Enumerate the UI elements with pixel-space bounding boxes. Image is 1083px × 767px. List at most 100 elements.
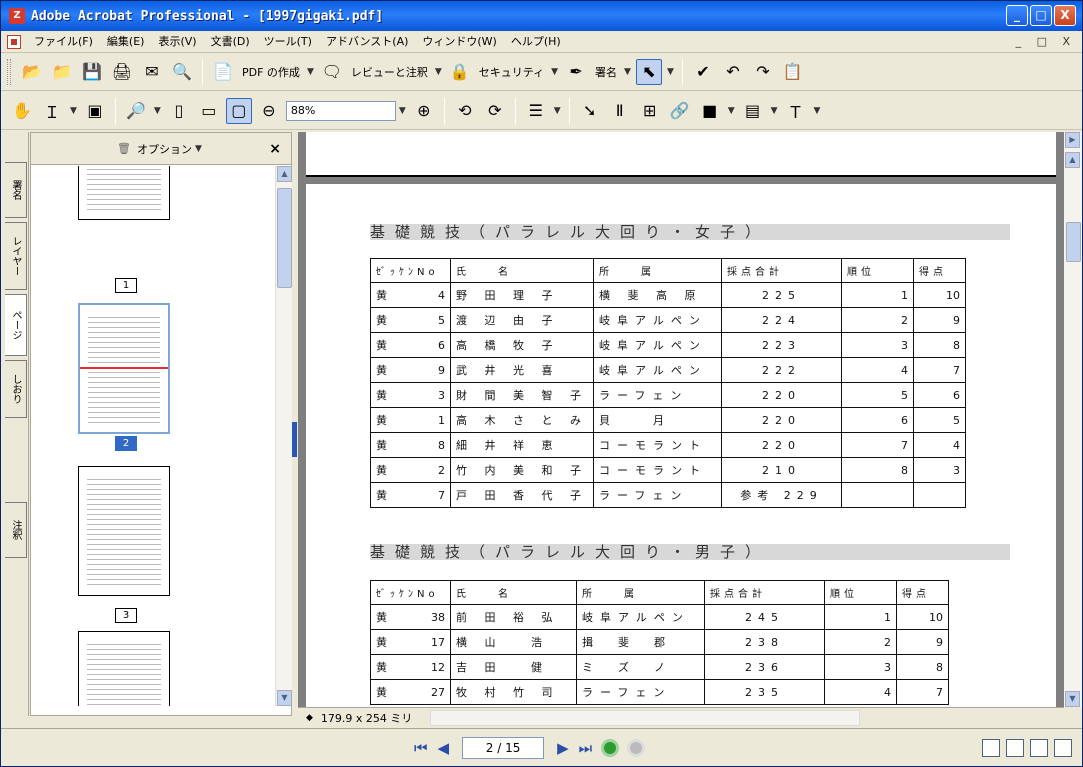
menu-edit[interactable]: 編集(E)	[100, 31, 152, 53]
arrow-tool-icon[interactable]: ➘	[577, 98, 603, 124]
print-icon[interactable]: 🖨	[109, 59, 135, 85]
chevron-down-icon[interactable]: ▼	[728, 106, 735, 116]
options-menu[interactable]: オプション	[137, 141, 192, 157]
view-box-indicator[interactable]	[80, 367, 168, 369]
page-thumbnail[interactable]	[78, 466, 170, 596]
chevron-down-icon[interactable]: ▼	[154, 106, 161, 116]
touchup-object-icon[interactable]: ⊞	[637, 98, 663, 124]
first-page-icon[interactable]: ⏮	[414, 739, 428, 757]
create-pdf-button[interactable]: PDF の作成	[242, 64, 300, 80]
hand-tool-icon[interactable]: ✋	[9, 98, 35, 124]
scroll-right-icon[interactable]: ▶	[1065, 132, 1080, 148]
document-scrollbar[interactable]: ▶ ▲ ▼	[1064, 132, 1082, 707]
rotate-right-icon[interactable]: ⟳	[482, 98, 508, 124]
search-icon[interactable]: 🔍	[169, 59, 195, 85]
save-icon[interactable]: 💾	[79, 59, 105, 85]
horizontal-scrollbar[interactable]	[430, 709, 861, 726]
zoom-out-icon[interactable]: ⊖	[256, 98, 282, 124]
review-button[interactable]: レビューと注釈	[351, 64, 428, 80]
scroll-thumb[interactable]	[1066, 222, 1081, 262]
menu-view[interactable]: 表示(V)	[151, 31, 203, 53]
zoom-icon[interactable]: 🔎	[123, 98, 149, 124]
tab-signatures[interactable]: 署名	[5, 162, 27, 218]
scroll-up-icon[interactable]: ▲	[1065, 152, 1080, 168]
go-back-icon[interactable]	[601, 738, 620, 757]
fit-width-icon[interactable]: ▢	[225, 97, 252, 124]
zoom-input[interactable]: 88%	[285, 100, 396, 121]
zoom-in-icon[interactable]: ⊕	[411, 98, 437, 124]
menu-document[interactable]: 文書(D)	[204, 31, 257, 53]
tab-pages[interactable]: ページ	[5, 294, 27, 356]
facing-icon[interactable]	[1030, 738, 1048, 757]
chevron-down-icon[interactable]: ▼	[551, 67, 558, 77]
create-pdf-icon[interactable]: 📄	[210, 59, 236, 85]
form-tool-icon[interactable]: ▤	[740, 98, 766, 124]
review-icon[interactable]: 🗨	[319, 59, 345, 85]
snapshot-icon[interactable]: ▣	[82, 98, 108, 124]
page-number-input[interactable]: 2 / 15	[462, 736, 545, 759]
link-tool-icon[interactable]: 🔗	[667, 98, 693, 124]
next-page-icon[interactable]: ▶	[557, 739, 569, 757]
scroll-down-icon[interactable]: ▼	[277, 690, 292, 706]
lock-icon[interactable]: 🔒	[447, 59, 473, 85]
pdf-document-icon[interactable]	[7, 34, 21, 49]
continuous-facing-icon[interactable]	[1054, 738, 1072, 757]
tab-bookmarks[interactable]: しおり	[5, 360, 27, 418]
scroll-thumb[interactable]	[277, 188, 292, 288]
chevron-down-icon[interactable]: ▼	[554, 106, 561, 116]
go-forward-icon[interactable]	[627, 738, 646, 757]
text-select-icon[interactable]: Ｉ	[39, 98, 65, 124]
email-icon[interactable]: ✉	[139, 59, 165, 85]
close-button[interactable]: X	[1054, 5, 1076, 26]
sign-button[interactable]: 署名	[595, 64, 617, 80]
copy-icon[interactable]: 📋	[780, 59, 806, 85]
select-tool-icon[interactable]: ⬉	[635, 58, 662, 85]
mdi-controls[interactable]: _ □ X	[1016, 31, 1076, 53]
spellcheck-icon[interactable]: ✔	[690, 59, 716, 85]
scroll-down-icon[interactable]: ▼	[1065, 691, 1080, 707]
text-field-icon[interactable]: Ｔ	[783, 98, 809, 124]
chevron-down-icon[interactable]: ▼	[814, 106, 821, 116]
page-thumbnail[interactable]	[78, 303, 170, 434]
chevron-down-icon[interactable]: ▼	[435, 67, 442, 77]
rotate-left-icon[interactable]: ⟲	[452, 98, 478, 124]
page-layout-icon[interactable]: ☰	[523, 98, 549, 124]
page-thumbnail[interactable]	[78, 631, 170, 706]
fit-page-icon[interactable]: ▭	[196, 98, 222, 124]
chevron-down-icon[interactable]: ▼	[624, 67, 631, 77]
trash-icon[interactable]: 🗑	[117, 142, 131, 155]
menu-file[interactable]: ファイル(F)	[27, 31, 100, 53]
organizer-icon[interactable]: 📁	[49, 59, 75, 85]
splitter-handle[interactable]	[292, 422, 297, 457]
scroll-up-icon[interactable]: ▲	[277, 166, 292, 182]
chevron-down-icon[interactable]: ▼	[399, 106, 406, 116]
panel-scrollbar[interactable]: ▲ ▼	[275, 166, 292, 706]
chevron-down-icon[interactable]: ▼	[70, 106, 77, 116]
minimize-button[interactable]: _	[1006, 5, 1028, 26]
continuous-icon[interactable]	[1006, 738, 1024, 757]
rectangle-tool-icon[interactable]: ■	[697, 98, 723, 124]
close-panel-button[interactable]: ×	[269, 141, 281, 157]
chevron-down-icon[interactable]: ▼	[667, 67, 674, 77]
security-button[interactable]: セキュリティ	[479, 64, 544, 80]
single-page-icon[interactable]	[982, 738, 1000, 757]
redo-icon[interactable]: ↷	[750, 59, 776, 85]
last-page-icon[interactable]: ⏭	[579, 739, 593, 757]
menu-help[interactable]: ヘルプ(H)	[504, 31, 568, 53]
undo-icon[interactable]: ↶	[720, 59, 746, 85]
touchup-text-icon[interactable]: Ⅱ	[607, 98, 633, 124]
toolbar-grip[interactable]	[7, 58, 11, 85]
tab-comments[interactable]: 注釈	[5, 502, 27, 558]
tab-layers[interactable]: レイヤー	[5, 222, 27, 290]
chevron-down-icon[interactable]: ▼	[307, 67, 314, 77]
chevron-down-icon[interactable]: ▼	[771, 106, 778, 116]
open-folder-icon[interactable]: 📂	[19, 59, 45, 85]
chevron-down-icon[interactable]: ▼	[195, 144, 202, 154]
maximize-button[interactable]: □	[1030, 5, 1052, 26]
menu-advanced[interactable]: アドバンスト(A)	[319, 31, 415, 53]
document-view[interactable]: 基礎競技（パラレル大回り・女子） ｾﾞｯｹﾝNo 氏 名所 属採点合計 順位 得点黄 4…	[298, 132, 1064, 707]
menu-tools[interactable]: ツール(T)	[257, 31, 319, 53]
previous-page-icon[interactable]: ◀	[438, 739, 450, 757]
page-thumbnail[interactable]	[78, 166, 170, 220]
pen-icon[interactable]: ✒	[563, 59, 589, 85]
